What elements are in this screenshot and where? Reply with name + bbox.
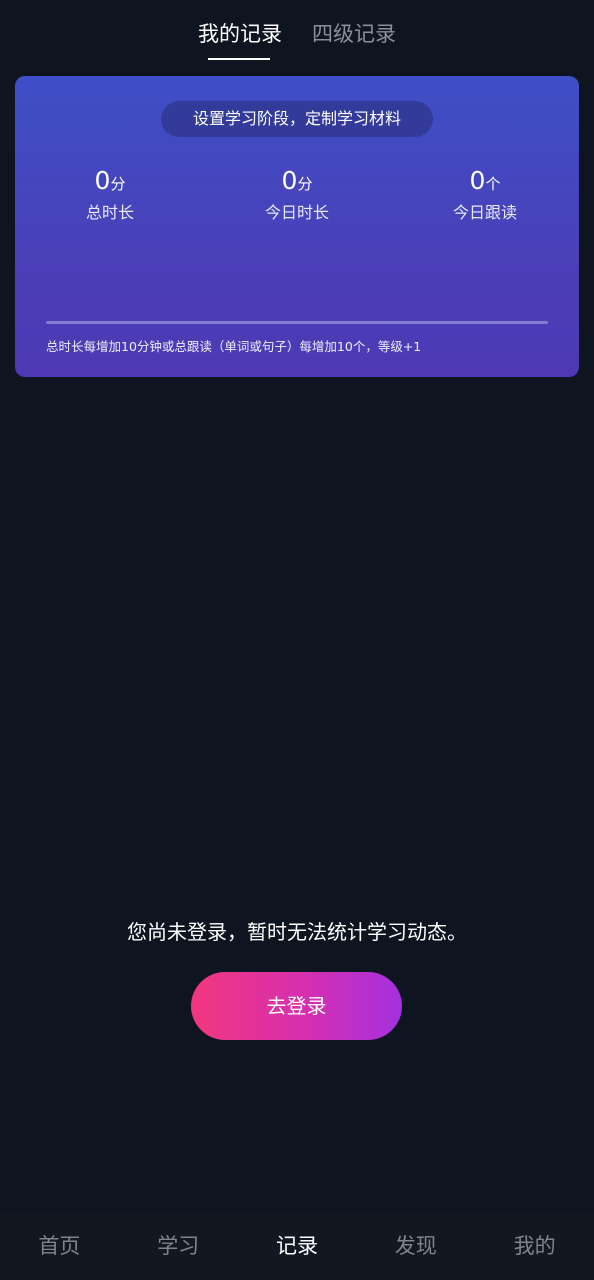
nav-item-mine[interactable]: 我的 — [475, 1212, 594, 1280]
tab-my-records[interactable]: 我的记录 — [198, 18, 282, 50]
nav-item-home[interactable]: 首页 — [0, 1212, 119, 1280]
stat-today-time-value: 0分 — [281, 166, 313, 195]
stat-today-time-label: 今日时长 — [264, 203, 329, 222]
level-rule-hint: 总时长每增加10分钟或总跟读（单词或句子）每增加10个，等级+1 — [46, 339, 422, 354]
not-logged-in-message: 您尚未登录，暂时无法统计学习动态。 — [127, 920, 467, 944]
stat-total-time-value: 0分 — [94, 166, 126, 195]
stat-today-readalong: 0个 今日跟读 — [391, 166, 579, 225]
stat-today-readalong-unit: 个 — [485, 175, 501, 193]
stat-today-time: 0分 今日时长 — [203, 166, 391, 225]
stats-card: 设置学习阶段，定制学习材料 0分 总时长 0分 今日时长 0个 今日跟读 总时长… — [15, 76, 579, 377]
set-learning-stage-button[interactable]: 设置学习阶段，定制学习材料 — [161, 101, 433, 137]
stat-total-time-label: 总时长 — [85, 203, 134, 222]
stat-total-time-unit: 分 — [110, 175, 126, 193]
bottom-navigation: 首页 学习 记录 发现 我的 — [0, 1212, 594, 1280]
stat-total-time: 0分 总时长 — [16, 166, 204, 225]
nav-item-study[interactable]: 学习 — [119, 1212, 238, 1280]
login-button[interactable]: 去登录 — [191, 972, 402, 1040]
stat-today-readalong-label: 今日跟读 — [452, 203, 517, 222]
tab-cet4-records[interactable]: 四级记录 — [312, 18, 396, 50]
level-progress-bar — [46, 321, 548, 324]
stat-today-readalong-value: 0个 — [469, 166, 501, 195]
stat-today-time-unit: 分 — [297, 175, 313, 193]
top-tab-bar: 我的记录 四级记录 — [0, 0, 594, 70]
nav-item-records[interactable]: 记录 — [238, 1212, 357, 1280]
active-tab-indicator — [208, 58, 270, 60]
nav-item-discover[interactable]: 发现 — [356, 1212, 475, 1280]
